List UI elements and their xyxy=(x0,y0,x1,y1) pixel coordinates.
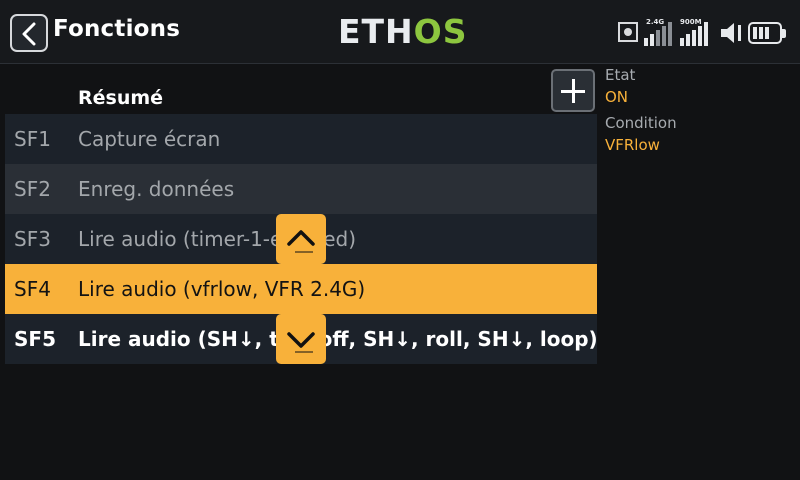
function-desc: Lire audio (vfrlow, VFR 2.4G) xyxy=(78,277,366,301)
page-title: Fonctions xyxy=(53,16,181,42)
function-code: SF3 xyxy=(14,227,51,251)
signal-900m-icon: 900M xyxy=(680,18,710,46)
function-desc: Capture écran xyxy=(78,127,221,151)
list-header-resume: Résumé xyxy=(78,87,164,109)
function-row-sf2[interactable]: SF2 Enreg. données xyxy=(5,164,597,214)
back-arrow-icon xyxy=(22,22,36,46)
record-icon xyxy=(618,22,638,42)
function-code: SF4 xyxy=(14,277,51,301)
battery-icon xyxy=(748,22,786,44)
move-up-button[interactable] xyxy=(276,214,326,264)
etat-label: Etat xyxy=(605,66,636,84)
chevron-up-icon xyxy=(287,230,315,253)
logo-eth: ETH xyxy=(338,12,414,51)
logo-os: OS xyxy=(413,12,468,51)
status-bar: 2.4G 900M xyxy=(616,16,796,48)
function-row-sf4-selected[interactable]: SF4 Lire audio (vfrlow, VFR 2.4G) xyxy=(5,264,597,314)
add-function-button[interactable] xyxy=(551,69,595,112)
top-bar-divider xyxy=(0,63,800,64)
back-button[interactable] xyxy=(10,14,48,52)
signal-900m-label: 900M xyxy=(680,18,702,26)
function-desc: Enreg. données xyxy=(78,177,235,201)
ethos-logo: ETHOS xyxy=(338,12,468,51)
signal-2-4g-icon: 2.4G xyxy=(644,18,672,46)
condition-label: Condition xyxy=(605,114,677,132)
function-code: SF1 xyxy=(14,127,51,151)
function-code: SF2 xyxy=(14,177,51,201)
function-code: SF5 xyxy=(14,327,56,351)
etat-value[interactable]: ON xyxy=(605,88,628,106)
function-row-sf1[interactable]: SF1 Capture écran xyxy=(5,114,597,164)
condition-value[interactable]: VFRlow xyxy=(605,136,660,154)
move-down-button[interactable] xyxy=(276,314,326,364)
function-desc: Lire audio (SH↓, takeoff, SH↓, roll, SH↓… xyxy=(78,327,598,351)
speaker-icon xyxy=(721,23,741,43)
chevron-down-icon xyxy=(287,332,315,353)
signal-2-4g-label: 2.4G xyxy=(646,18,665,26)
